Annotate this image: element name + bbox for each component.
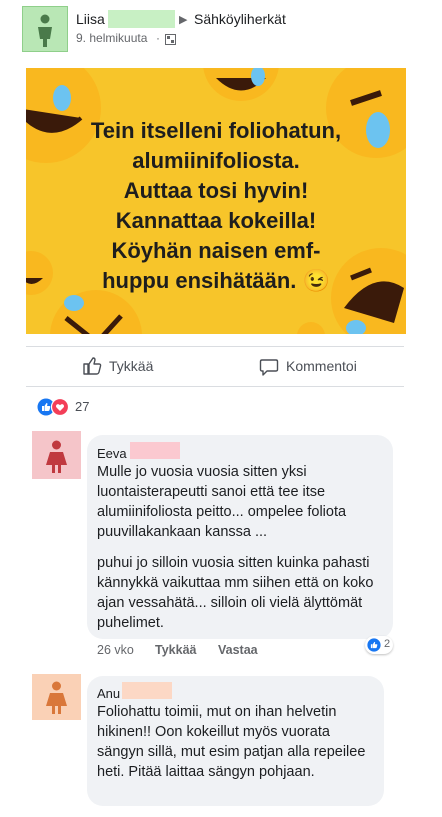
meme-image[interactable]: Tein itselleni foliohatun, alumiinifolio… xyxy=(26,68,406,334)
comment-button[interactable]: Kommentoi xyxy=(259,355,369,377)
redacted-surname xyxy=(108,10,175,28)
action-divider-bottom xyxy=(26,386,404,387)
meme-caption: Tein itselleni foliohatun, alumiinifolio… xyxy=(26,116,406,296)
person-avatar-icon xyxy=(46,440,67,473)
person-avatar-icon xyxy=(46,681,67,714)
meme-line: Tein itselleni foliohatun, xyxy=(90,118,342,143)
meme-line: alumiinifoliosta. xyxy=(132,148,300,173)
group-arrow: ▶ xyxy=(179,14,188,26)
globe-icon xyxy=(165,32,176,50)
meta-separator: · xyxy=(156,31,160,45)
comment-reaction-count: 2 xyxy=(384,638,391,650)
person-avatar-icon xyxy=(38,14,52,47)
reactions-summary[interactable]: 27 xyxy=(37,398,97,416)
love-reaction-icon xyxy=(51,398,69,416)
comment-reply-link[interactable]: Vastaa xyxy=(218,643,258,657)
comment-age[interactable]: 26 vko xyxy=(97,643,134,657)
meme-line: Köyhän naisen emf- xyxy=(111,238,321,263)
meme-line: Kannattaa kokeilla! xyxy=(115,208,317,233)
commenter-avatar[interactable] xyxy=(32,431,81,479)
action-divider-top xyxy=(26,346,404,347)
comment-text: Mulle jo vuosia vuosia sitten yksi luont… xyxy=(97,464,347,540)
like-button[interactable]: Tykkää xyxy=(82,355,172,377)
comment-text: puhui jo silloin vuosia sitten kuinka pa… xyxy=(97,555,374,631)
commenter-avatar[interactable] xyxy=(32,674,81,720)
group-name[interactable]: Sähköyliherkät xyxy=(194,11,286,27)
comment-text: Foliohattu toimii, mut on ihan helvetin … xyxy=(97,704,366,780)
comment-icon xyxy=(259,359,279,376)
comment-reaction-badge[interactable]: 2 xyxy=(365,636,393,654)
meme-line: Auttaa tosi hyvin! xyxy=(123,178,309,203)
post-date[interactable]: 9. helmikuuta xyxy=(76,31,147,45)
like-reaction-icon xyxy=(367,638,381,652)
like-label: Tykkää xyxy=(109,358,154,374)
reaction-count: 27 xyxy=(75,399,90,414)
commenter-name[interactable]: Eeva xyxy=(97,446,127,461)
author-avatar[interactable] xyxy=(22,6,68,52)
commenter-name[interactable]: Anu xyxy=(97,686,120,701)
comment-like-link[interactable]: Tykkää xyxy=(155,643,196,657)
meme-line: huppu ensihätään. 😉 xyxy=(102,268,330,293)
redacted-surname xyxy=(130,442,180,459)
thumbs-up-icon xyxy=(83,357,102,375)
comment-label: Kommentoi xyxy=(286,358,357,374)
redacted-surname xyxy=(122,682,172,699)
author-name[interactable]: Liisa xyxy=(76,11,105,27)
